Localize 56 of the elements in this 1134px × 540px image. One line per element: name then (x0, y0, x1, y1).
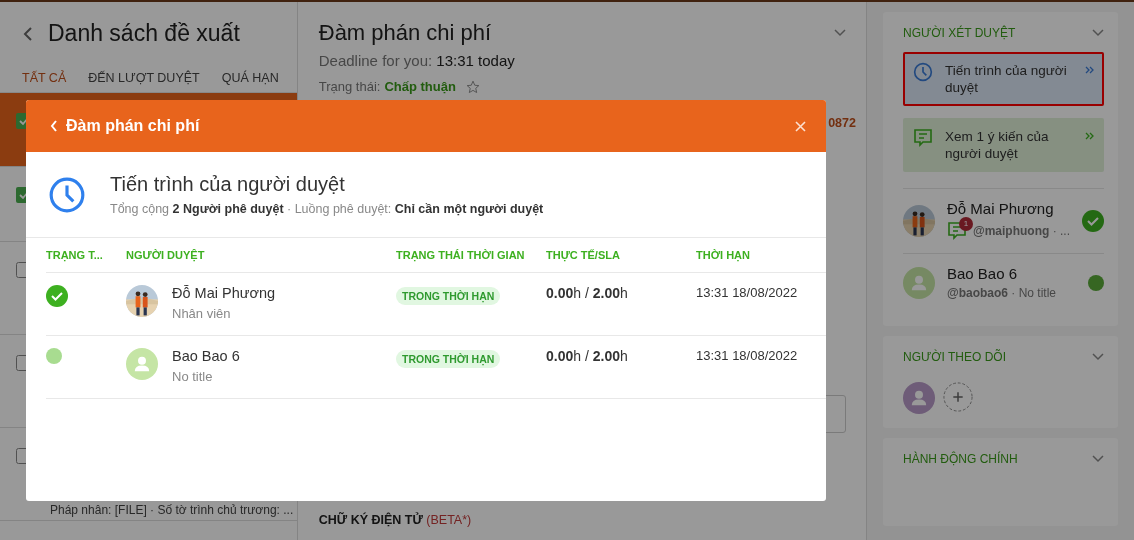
section-heading: Tiến trình của người duyệt (110, 173, 346, 196)
double-chevron-icon (1085, 132, 1094, 140)
avatar-icon (902, 382, 935, 414)
time-status-badge: TRONG THỜI HẠN (396, 287, 501, 305)
approver-role: Nhân viên (172, 306, 232, 321)
comment-count: 1 (958, 217, 973, 231)
chevron-down-icon[interactable] (1092, 455, 1104, 463)
approver-name: Đỗ Mai Phương (172, 285, 276, 301)
star-icon[interactable] (465, 79, 480, 94)
row-snippet: Pháp nhân: [FILE] · Số tờ trình chủ trương: ... (50, 503, 294, 517)
deadline-value: 13:31 today (436, 52, 515, 69)
comment-icon (912, 128, 933, 148)
deadline-label: Deadline for you: (318, 52, 433, 69)
comment-icon (946, 221, 967, 241)
time-status-badge: TRONG THỜI HẠN (396, 350, 501, 368)
status-value: Chấp thuận (384, 79, 456, 94)
add-icon[interactable] (942, 382, 973, 412)
close-icon[interactable] (795, 120, 806, 132)
chevron-down-icon[interactable] (1092, 29, 1104, 37)
filter-tab[interactable]: ĐẾN LƯỢT DUYỆT (88, 71, 200, 92)
column-header: NGƯỜI DUYỆT (126, 238, 396, 273)
clock-icon (48, 175, 86, 214)
actual-sla: 0.00h / 2.00h (546, 285, 628, 301)
column-header: THỰC TẾ/SLA (546, 238, 696, 273)
column-header: TRẠNG T... (46, 238, 126, 273)
clock-icon (912, 62, 933, 82)
status-label: Trạng thái: (318, 79, 381, 94)
request-title: Đàm phán chi phí (318, 20, 492, 46)
approver-handle: @baobao6 · No title (946, 286, 1057, 300)
modal-title: Đàm phán chi phí (66, 117, 200, 135)
card-title: NGƯỜI XÉT DUYỆT (902, 26, 1016, 40)
summary-text: Tổng cộng 2 Người phê duyệt · Luồng phê duyệt: Chỉ cần một người duyệt (110, 202, 544, 216)
chevron-down-icon[interactable] (1092, 353, 1104, 361)
column-header: THỜI HẠN (696, 238, 826, 273)
deadline-cell: 13:31 18/08/2022 (696, 348, 798, 363)
actual-sla: 0.00h / 2.00h (546, 348, 628, 364)
filter-tab[interactable]: QUÁ HẠN (221, 71, 279, 92)
chevron-down-icon[interactable] (833, 29, 846, 37)
filter-tab[interactable]: TẤT CẢ (22, 71, 67, 92)
section-title: CHỮ KÝ ĐIỆN TỬ (BETA*) (318, 513, 473, 527)
approver-name: Đỗ Mai Phương (946, 200, 1055, 217)
approver-role: No title (172, 369, 214, 384)
deadline-cell: 13:31 18/08/2022 (696, 285, 798, 300)
card-title: NGƯỜI THEO DÕI (902, 350, 1006, 364)
page-title: Danh sách đề xuất (48, 20, 240, 47)
approver-handle: @maiphuong · ... (972, 224, 1070, 238)
approver-name: Bao Bao 6 (946, 265, 1019, 282)
column-header: TRẠNG THÁI THỜI GIAN (396, 238, 546, 273)
double-chevron-icon (1085, 66, 1094, 74)
approver-name: Bao Bao 6 (172, 348, 240, 364)
request-code: 0872 (828, 116, 856, 130)
approver-action[interactable]: Tiến trình của người duyệt (902, 52, 1104, 106)
approver-action[interactable]: Xem 1 ý kiến của người duyệt (902, 118, 1104, 172)
card-title: HÀNH ĐỘNG CHÍNH (902, 452, 1018, 466)
back-icon[interactable] (50, 120, 58, 132)
back-icon[interactable] (22, 25, 34, 42)
